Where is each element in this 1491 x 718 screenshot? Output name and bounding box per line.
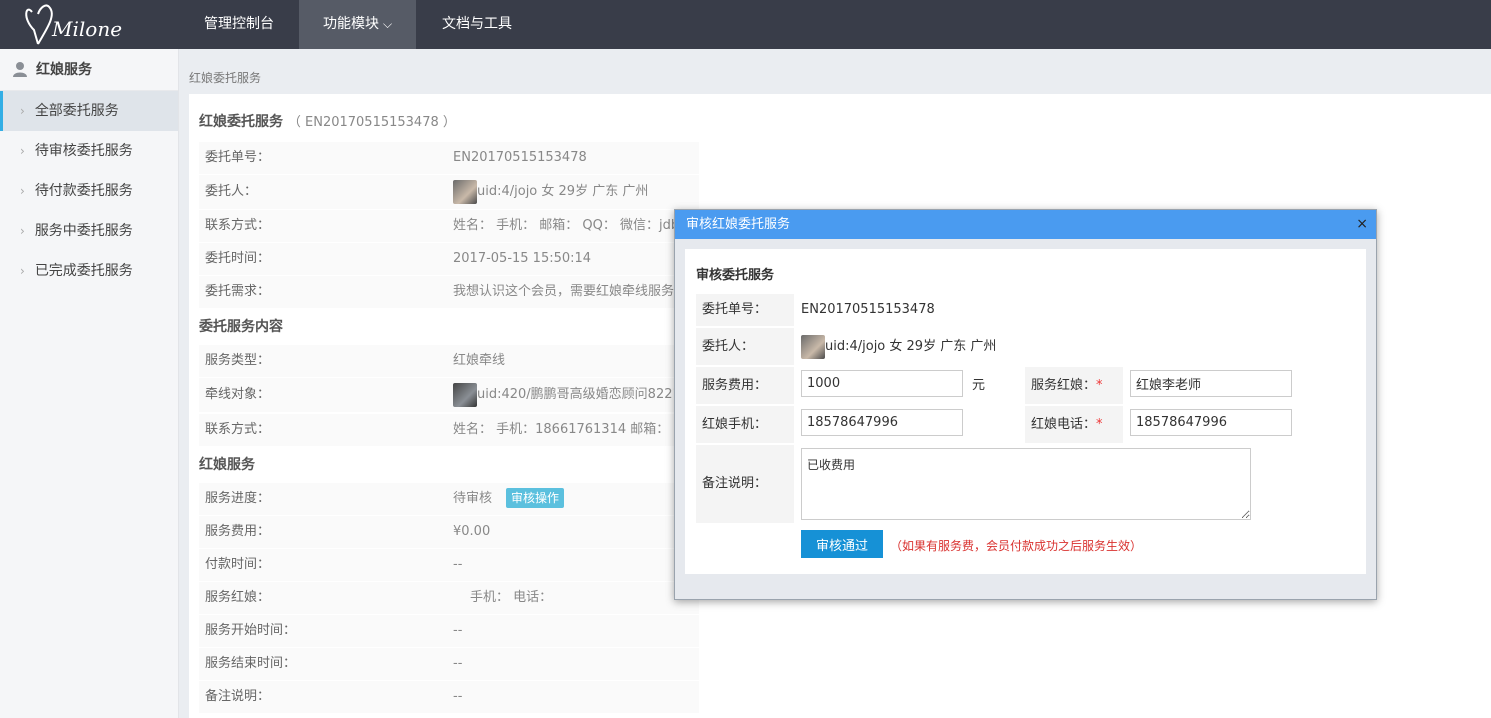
client-avatar — [453, 179, 477, 204]
remark-label: 备注说明： — [696, 445, 794, 523]
dialog-header: 审核红娘委托服务 × — [675, 210, 1376, 239]
order-label: 委托单号： — [696, 294, 794, 326]
page-title: 红娘委托服务 （ EN20170515153478 ） — [199, 114, 456, 130]
chevron-right-icon: › — [20, 264, 25, 278]
remark-textarea[interactable]: 已收费用 — [801, 448, 1251, 520]
detail-row: 服务进度： 待审核 审核操作 — [199, 483, 699, 515]
sidebar-item-pending-review[interactable]: › 待审核委托服务 — [0, 131, 178, 171]
fee-input[interactable] — [801, 370, 963, 397]
section-title: 红娘服务 — [199, 457, 255, 473]
chevron-right-icon: › — [20, 184, 25, 198]
target-avatar — [453, 382, 477, 407]
user-icon — [13, 62, 27, 77]
detail-row: 备注说明： -- — [199, 681, 699, 713]
chevron-right-icon: › — [20, 144, 25, 158]
detail-row: 付款时间： -- — [199, 549, 699, 581]
detail-row: 委托人： uid:4/jojo 女 29岁 广东 广州 — [199, 175, 699, 209]
nav-admin-console[interactable]: 管理控制台 — [180, 0, 298, 49]
detail-row: 服务红娘： 手机： 电话： — [199, 582, 699, 614]
sidebar-header: 红娘服务 — [0, 49, 178, 91]
detail-row: 联系方式： 姓名： 手机：18661761314 邮箱： QQ — [199, 414, 699, 446]
chevron-right-icon: › — [20, 224, 25, 238]
detail-row: 委托单号： EN20170515153478 — [199, 142, 699, 174]
chevron-right-icon: › — [20, 104, 25, 118]
nav-function-modules[interactable]: 功能模块 ⌵ — [299, 0, 417, 49]
order-value: EN20170515153478 — [801, 302, 935, 317]
sidebar-item-in-service[interactable]: › 服务中委托服务 — [0, 211, 178, 251]
breadcrumb: 红娘委托服务 — [189, 71, 262, 85]
fee-unit: 元 — [972, 378, 986, 393]
client-label: 委托人： — [696, 328, 794, 365]
sidebar-item-all[interactable]: › 全部委托服务 — [0, 91, 178, 131]
detail-row: 牵线对象： uid:420/鹏鹏哥高级婚恋顾问822113 — [199, 378, 699, 412]
dialog-heading: 审核委托服务 — [696, 268, 775, 283]
required-mark: * — [1096, 417, 1103, 432]
detail-row: 服务结束时间： -- — [199, 648, 699, 680]
mobile-label: 红娘手机： — [696, 406, 794, 443]
dialog-body: 审核委托服务 委托单号： EN20170515153478 委托人： uid:4… — [685, 249, 1366, 574]
sidebar-item-pending-payment[interactable]: › 待付款委托服务 — [0, 171, 178, 211]
sidebar: 红娘服务 › 全部委托服务 › 待审核委托服务 › 待付款委托服务 › 服务中委托服务 … — [0, 49, 179, 718]
section-title: 委托服务内容 — [199, 319, 283, 335]
detail-row: 服务类型： 红娘牵线 — [199, 345, 699, 377]
mobile-input[interactable] — [801, 409, 963, 436]
detail-row: 服务费用： ¥0.00 — [199, 516, 699, 548]
close-icon[interactable]: × — [1356, 210, 1368, 239]
dialog-title: 审核红娘委托服务 — [686, 217, 791, 232]
fee-note: （如果有服务费，会员付款成功之后服务生效） — [890, 539, 1143, 553]
detail-row: 联系方式： 姓名： 手机： 邮箱： QQ： 微信：jdbd — [199, 210, 699, 242]
detail-row: 委托时间： 2017-05-15 15:50:14 — [199, 243, 699, 275]
required-mark: * — [1096, 378, 1103, 393]
brand-logo[interactable]: Milone — [22, 0, 132, 49]
matchmaker-label: 服务红娘：* — [1025, 367, 1123, 404]
chevron-down-icon: ⌵ — [383, 17, 393, 31]
sidebar-item-completed[interactable]: › 已完成委托服务 — [0, 251, 178, 291]
phone-input[interactable] — [1130, 409, 1292, 436]
phone-label: 红娘电话：* — [1025, 406, 1123, 443]
detail-row: 服务开始时间： -- — [199, 615, 699, 647]
sidebar-title: 红娘服务 — [36, 62, 92, 78]
fee-label: 服务费用： — [696, 367, 794, 404]
review-action-button[interactable]: 审核操作 — [506, 488, 565, 508]
top-navbar: Milone 管理控制台 功能模块 ⌵ 文档与工具 — [0, 0, 1491, 49]
svg-text:Milone: Milone — [51, 17, 122, 41]
client-value: uid:4/jojo 女 29岁 广东 广州 — [801, 328, 996, 365]
approve-button[interactable]: 审核通过 — [801, 530, 883, 558]
nav-docs-tools[interactable]: 文档与工具 — [418, 0, 536, 49]
review-dialog: 审核红娘委托服务 × 审核委托服务 委托单号： EN20170515153478… — [674, 209, 1377, 600]
matchmaker-input[interactable] — [1130, 370, 1292, 397]
detail-row: 委托需求： 我想认识这个会员，需要红娘牵线服务 — [199, 276, 699, 308]
client-avatar — [801, 334, 825, 359]
